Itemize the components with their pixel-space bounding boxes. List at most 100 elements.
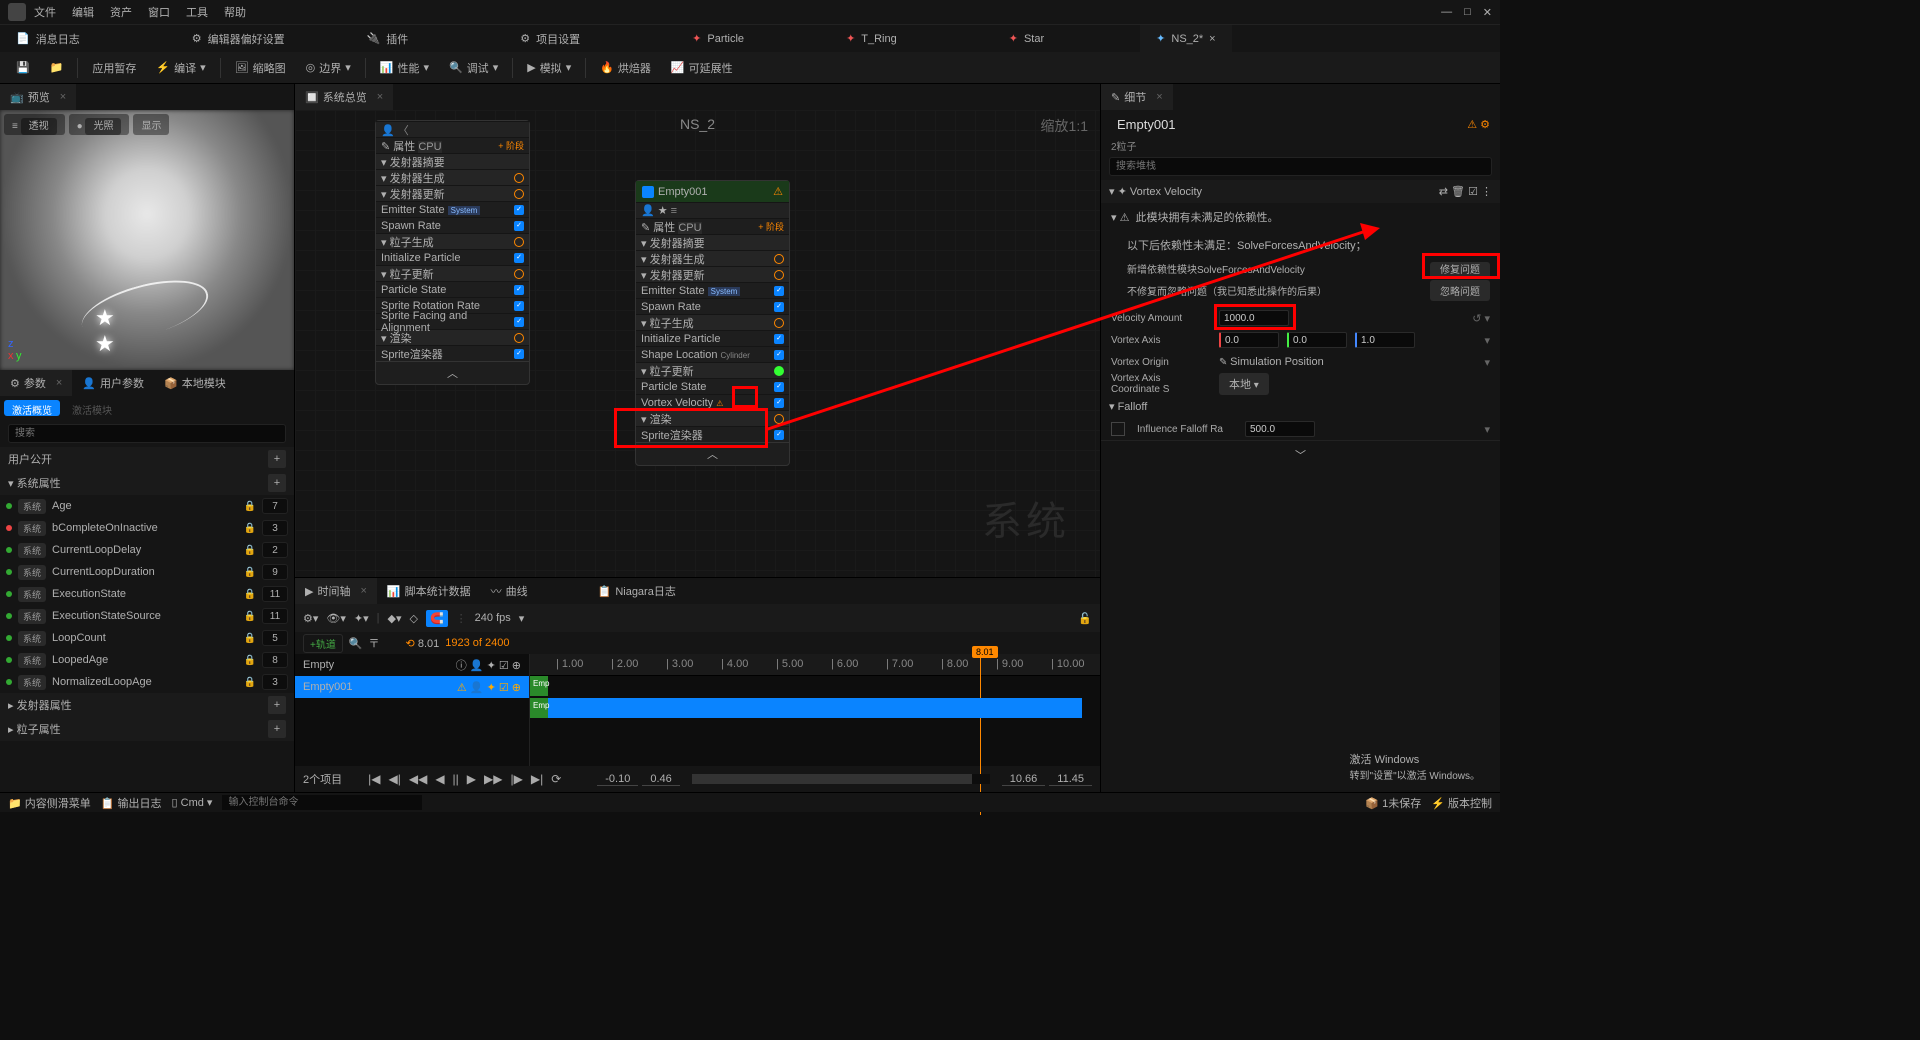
- play-back[interactable]: ◀: [433, 772, 446, 786]
- tab-editor-prefs[interactable]: ⚙编辑器偏好设置: [176, 25, 301, 52]
- minimize-icon[interactable]: —: [1441, 6, 1452, 19]
- preview-lit[interactable]: ● 光照: [69, 114, 130, 135]
- cat-particle[interactable]: ▸ 粒子属性+: [0, 717, 294, 741]
- apply-staged-button[interactable]: 应用暂存: [84, 56, 144, 80]
- param-row[interactable]: 系统LoopedAge🔒8: [0, 649, 294, 671]
- browse-button[interactable]: 📁: [42, 57, 72, 78]
- tab-tring[interactable]: ✦T_Ring: [830, 25, 913, 52]
- node-graph[interactable]: NS_2 缩放1:1 系统 👤 〈 ✎ 属性 CPU+ 阶段 ▾ 发射器摘要 ▾…: [295, 110, 1100, 577]
- node-module-row[interactable]: ▾ 粒子更新: [376, 265, 529, 281]
- fix-issue-button[interactable]: 修复问题: [1430, 262, 1490, 279]
- timeline-ruler[interactable]: 8.01 | 1.00| 2.00| 3.00| 4.00| 5.00| 6.0…: [530, 654, 1100, 676]
- node-module-row[interactable]: ▾ 发射器更新: [376, 185, 529, 201]
- param-row[interactable]: 系统CurrentLoopDuration🔒9: [0, 561, 294, 583]
- tab-project-settings[interactable]: ⚙项目设置: [504, 25, 596, 52]
- niagara-log-tab[interactable]: 📋 Niagara日志: [588, 578, 686, 604]
- node-module-row[interactable]: ▾ 发射器更新: [636, 266, 789, 282]
- ignore-issue-button[interactable]: 忽略问题: [1430, 280, 1490, 301]
- node-module-row[interactable]: Spawn Rate ✓: [636, 298, 789, 314]
- play[interactable]: ▶: [465, 772, 478, 786]
- menu-asset[interactable]: 资产: [110, 4, 132, 20]
- node-module-row[interactable]: Emitter State System✓: [636, 282, 789, 298]
- node-module-row[interactable]: Particle State ✓: [636, 378, 789, 394]
- param-row[interactable]: 系统CurrentLoopDelay🔒2: [0, 539, 294, 561]
- debug-button[interactable]: 🔍调试 ▾: [441, 56, 506, 80]
- details-tab[interactable]: ✎ 细节×: [1101, 84, 1173, 110]
- node-module-row[interactable]: Shape Location Cylinder✓: [636, 346, 789, 362]
- tl-scrollbar[interactable]: [692, 774, 990, 784]
- timeline-tab[interactable]: ▶ 时间轴×: [295, 578, 377, 604]
- preview-tab[interactable]: 📺 预览×: [0, 84, 76, 110]
- axis-y-input[interactable]: [1287, 332, 1347, 348]
- node-module-row[interactable]: Initialize Particle ✓: [376, 249, 529, 265]
- param-row[interactable]: 系统NormalizedLoopAge🔒3: [0, 671, 294, 693]
- track-empty[interactable]: Emptyⓘ 👤 ✦ ☑ ⊕: [295, 654, 529, 676]
- tl-tool-2[interactable]: 👁▾: [326, 612, 346, 625]
- node-module-row[interactable]: Sprite渲染器 ✓: [376, 345, 529, 361]
- add-track-button[interactable]: +轨道: [303, 634, 343, 653]
- node-module-row[interactable]: Spawn Rate ✓: [376, 217, 529, 233]
- cat-user-public[interactable]: 用户公开+: [0, 447, 294, 471]
- track-bar-empty001[interactable]: [530, 698, 1082, 718]
- param-row[interactable]: 系统ExecutionState🔒11: [0, 583, 294, 605]
- node-module-row[interactable]: ▾ 发射器生成: [636, 250, 789, 266]
- curves-tab[interactable]: 〰 曲线: [481, 578, 538, 604]
- node-module-row[interactable]: ▾ 渲染: [636, 410, 789, 426]
- filter-active-module[interactable]: 激活模块: [64, 400, 120, 416]
- menu-window[interactable]: 窗口: [148, 4, 170, 20]
- tl-lock-icon[interactable]: 🔓: [1078, 612, 1092, 625]
- param-row[interactable]: 系统Age🔒7: [0, 495, 294, 517]
- play-start[interactable]: |◀: [366, 772, 382, 786]
- menu-file[interactable]: 文件: [34, 4, 56, 20]
- falloff-checkbox[interactable]: [1111, 422, 1125, 436]
- cat-emitter[interactable]: ▸ 发射器属性+: [0, 693, 294, 717]
- axis-z-input[interactable]: [1355, 332, 1415, 348]
- node-module-row[interactable]: ▾ 粒子生成: [376, 233, 529, 249]
- filter-active-overview[interactable]: 激活概览: [4, 400, 60, 416]
- menu-help[interactable]: 帮助: [224, 4, 246, 20]
- menu-tools[interactable]: 工具: [186, 4, 208, 20]
- tab-ns2[interactable]: ✦NS_2*×: [1140, 25, 1231, 52]
- content-drawer-button[interactable]: 📁 内容侧滑菜单: [8, 795, 91, 811]
- node-module-row[interactable]: Initialize Particle ✓: [636, 330, 789, 346]
- axis-x-input[interactable]: [1219, 332, 1279, 348]
- section-vortex-velocity[interactable]: ▾ ✦ Vortex Velocity⇄ 🗑 ☑ ⋮: [1101, 180, 1500, 203]
- node-module-row[interactable]: Vortex Velocity ⚠✓: [636, 394, 789, 410]
- node-module-row[interactable]: ▾ 发射器生成: [376, 169, 529, 185]
- node-module-row[interactable]: ▾ 粒子生成: [636, 314, 789, 330]
- user-params-tab[interactable]: 👤 用户参数: [72, 370, 154, 396]
- play-fwd[interactable]: ▶▶: [482, 772, 504, 786]
- tl-key-1[interactable]: ◆▾: [388, 612, 402, 625]
- compile-button[interactable]: ⚡编译 ▾: [148, 56, 213, 80]
- add-icon[interactable]: +: [268, 450, 286, 468]
- tl-range-r1[interactable]: 10.66: [1002, 773, 1046, 786]
- thumbnail-button[interactable]: 🖼缩略图: [227, 56, 294, 80]
- bounds-button[interactable]: ◎边界 ▾: [298, 56, 359, 80]
- node-module-row[interactable]: Particle State ✓: [376, 281, 529, 297]
- node-module-row[interactable]: ▾ 粒子更新: [636, 362, 789, 378]
- menu-edit[interactable]: 编辑: [72, 4, 94, 20]
- tab-particle[interactable]: ✦Particle: [676, 25, 760, 52]
- emitter-node-empty001[interactable]: Empty001⚠ 👤 ★ ≡ ✎ 属性 CPU+ 阶段 ▾ 发射器摘要 ▾ 发…: [635, 180, 790, 466]
- tab-message-log[interactable]: 📄消息日志: [0, 25, 96, 52]
- system-overview-tab[interactable]: 🔲 系统总览×: [295, 84, 393, 110]
- output-log-button[interactable]: 📋 输出日志: [101, 795, 162, 811]
- details-expand[interactable]: ﹀: [1101, 440, 1500, 469]
- tl-search-icon[interactable]: 🔍: [349, 637, 363, 650]
- performance-button[interactable]: 📊性能 ▾: [372, 56, 437, 80]
- tl-tool-3[interactable]: ✦▾: [354, 612, 369, 625]
- script-stats-tab[interactable]: 📊 脚本统计数据: [377, 578, 481, 604]
- unsaved-indicator[interactable]: 📦 1未保存: [1365, 795, 1421, 811]
- loop[interactable]: ⟳: [549, 772, 563, 786]
- tl-range-end[interactable]: 11.45: [1049, 773, 1092, 786]
- emitter-node-1[interactable]: 👤 〈 ✎ 属性 CPU+ 阶段 ▾ 发射器摘要 ▾ 发射器生成 ▾ 发射器更新…: [375, 120, 530, 385]
- bake-button[interactable]: 🔥烘焙器: [592, 56, 659, 80]
- cat-system[interactable]: ▾ 系统属性+: [0, 471, 294, 495]
- preview-viewport[interactable]: ≡ 透视 ● 光照 显示 ★★ zx y: [0, 110, 294, 370]
- close-icon[interactable]: ✕: [1483, 6, 1492, 19]
- param-row[interactable]: 系统LoopCount🔒5: [0, 627, 294, 649]
- tl-snap[interactable]: 🧲: [426, 610, 448, 627]
- coord-dropdown[interactable]: 本地 ▾: [1219, 373, 1269, 395]
- revision-control[interactable]: ⚡ 版本控制: [1431, 795, 1492, 811]
- playhead[interactable]: 8.01: [972, 646, 998, 658]
